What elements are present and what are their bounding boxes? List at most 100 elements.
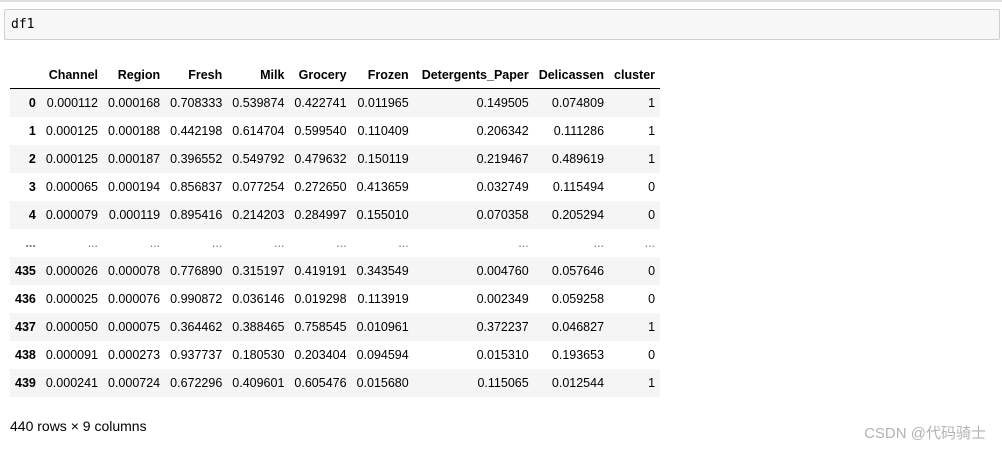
column-header: Channel: [40, 62, 103, 89]
table-cell: ...: [593, 236, 605, 250]
column-header: Delicassen: [533, 62, 610, 89]
table-cell: 0.219467: [476, 152, 529, 166]
table-cell: 0.539874: [232, 96, 285, 110]
table-cell: ...: [644, 236, 656, 250]
table-cell: ...: [274, 236, 285, 250]
table-cell: 0.937737: [170, 348, 223, 362]
table-cell: 0.150119: [357, 152, 409, 166]
table-cell: 0.422741: [294, 96, 347, 110]
row-index: 1: [28, 124, 36, 138]
table-row: ..............................: [10, 229, 661, 257]
row-index: 2: [28, 152, 36, 166]
table-cell: 0.549792: [232, 152, 285, 166]
table-row: 1 0.000125 0.000188 0.442198 0.614704 0.59954…: [10, 117, 661, 145]
table-cell: 0.000125: [45, 152, 98, 166]
table-header-row: Channel Region Fresh Milk Grocery Frozen…: [10, 62, 661, 89]
row-index: ...: [25, 236, 36, 250]
table-cell: 0.000050: [45, 320, 98, 334]
table-cell: 0.372237: [476, 320, 529, 334]
table-cell: 1: [648, 320, 656, 334]
table-cell: 0.206342: [476, 124, 529, 138]
table-cell: ...: [211, 236, 223, 250]
table-cell: 0.036146: [232, 292, 285, 306]
table-cell: 0.000076: [108, 292, 161, 306]
table-cell: 0.489619: [551, 152, 605, 166]
table-cell: 0.000241: [45, 376, 98, 390]
table-row: 435 0.000026 0.000078 0.776890 0.315197 0.419…: [10, 257, 661, 285]
table-cell: 0.019298: [294, 292, 347, 306]
row-index: 0: [28, 96, 36, 110]
column-header: Grocery: [289, 62, 352, 89]
table-cell: 1: [648, 124, 656, 138]
table-cell: 0.000075: [108, 320, 161, 334]
table-cell: 0.000119: [108, 208, 161, 222]
table-cell: 0.396552: [170, 152, 223, 166]
table-cell: 0.032749: [476, 180, 529, 194]
table-cell: 0.614704: [232, 124, 285, 138]
table-cell: 0.000026: [45, 264, 98, 278]
table-cell: 0.895416: [170, 208, 223, 222]
table-cell: 0.214203: [232, 208, 285, 222]
table-cell: 0.000188: [108, 124, 161, 138]
table-cell: 0.409601: [232, 376, 285, 390]
table-cell: 0.776890: [170, 264, 223, 278]
column-header: Fresh: [165, 62, 228, 89]
table-cell: 0.070358: [476, 208, 529, 222]
table-cell: 0.708333: [170, 96, 223, 110]
table-cell: 0.442198: [170, 124, 223, 138]
table-cell: 0.000065: [45, 180, 98, 194]
table-cell: 1: [648, 96, 656, 110]
dataframe-table: Channel Region Fresh Milk Grocery Frozen…: [10, 62, 661, 397]
table-cell: 0.388465: [232, 320, 285, 334]
table-body: 0 0.000112 0.000168 0.708333 0.539874 0.42274…: [10, 88, 661, 397]
table-cell: 0: [648, 208, 656, 222]
table-cell: 0.074809: [551, 96, 605, 110]
table-cell: 0.343549: [356, 264, 409, 278]
column-header: cluster: [609, 62, 661, 89]
table-cell: 0.605476: [294, 376, 347, 390]
table-cell: 0.015310: [476, 348, 529, 362]
table-cell: 0.000125: [45, 124, 98, 138]
table-cell: 0.413659: [356, 180, 409, 194]
table-cell: 0.057646: [551, 264, 605, 278]
row-index: 438: [15, 348, 36, 362]
watermark: CSDN @代码骑士: [864, 425, 986, 442]
table-cell: 0.000724: [108, 376, 161, 390]
table-cell: 0.110409: [357, 124, 409, 138]
table-cell: 0.155010: [356, 208, 409, 222]
table-cell: 0.000168: [108, 96, 161, 110]
table-cell: 0.990872: [170, 292, 223, 306]
table-cell: ...: [518, 236, 529, 250]
row-index: 439: [15, 376, 36, 390]
column-header: Detergents_Paper: [413, 62, 534, 89]
table-cell: 0.193653: [551, 348, 605, 362]
table-cell: 0.000079: [45, 208, 98, 222]
table-cell: 0.000078: [108, 264, 161, 278]
table-cell: 0.000187: [108, 152, 161, 166]
row-index: 435: [15, 264, 36, 278]
table-row: 2 0.000125 0.000187 0.396552 0.549792 0.47963…: [10, 145, 661, 173]
row-column-summary: 440 rows × 9 columns: [10, 418, 147, 434]
table-row: 436 0.000025 0.000076 0.990872 0.036146 0.019…: [10, 285, 661, 313]
table-cell: 0.599540: [294, 124, 347, 138]
table-cell: 0.011965: [357, 96, 409, 110]
table-cell: 0.115494: [552, 180, 605, 194]
table-cell: 0.059258: [551, 292, 605, 306]
table-cell: 0.012544: [551, 376, 605, 390]
table-cell: 0.015680: [356, 376, 409, 390]
table-cell: 0.111286: [553, 124, 605, 138]
code-input-text[interactable]: df1: [11, 17, 34, 32]
table-cell: 0.203404: [294, 348, 347, 362]
column-header: Frozen: [351, 62, 414, 89]
table-cell: 0.180530: [232, 348, 285, 362]
table-cell: 0: [648, 180, 656, 194]
top-divider: [0, 0, 1002, 2]
index-header: [10, 62, 41, 89]
table-cell: 0: [648, 264, 656, 278]
table-row: 438 0.000091 0.000273 0.937737 0.180530 0.203…: [10, 341, 661, 369]
table-cell: ...: [149, 236, 161, 250]
table-cell: 0.046827: [551, 320, 605, 334]
code-input-cell[interactable]: df1: [4, 9, 1000, 40]
table-cell: 0.000025: [45, 292, 98, 306]
table-cell: 0.205294: [551, 208, 605, 222]
